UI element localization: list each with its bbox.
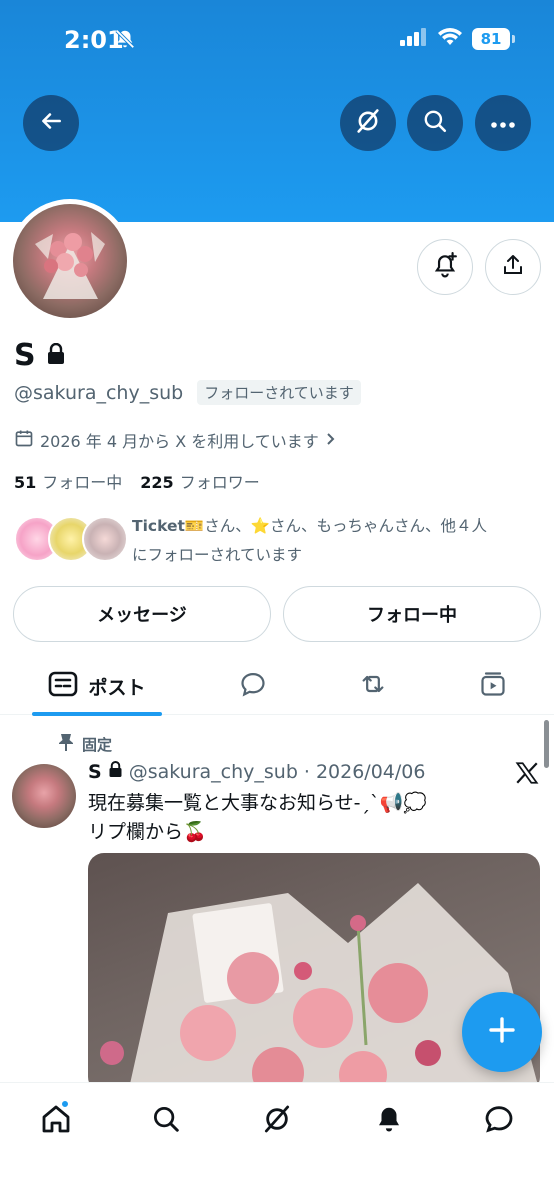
bell-icon [374, 1104, 404, 1138]
post-line-2: リプ欄から🍒 [88, 821, 207, 843]
joined-text: 2026 年 4 月から X を利用しています [40, 432, 319, 451]
more-button[interactable] [475, 95, 531, 151]
share-button[interactable] [485, 239, 541, 295]
followers-count: 225 [140, 473, 174, 492]
media-icon [478, 670, 508, 702]
followers-label: フォロワー [179, 473, 260, 492]
following-link[interactable]: 51 フォロー中 [14, 469, 122, 493]
tab-posts[interactable]: ポスト [32, 657, 162, 715]
mutual-avatar [82, 516, 128, 562]
display-name: S [14, 338, 36, 373]
grok-icon [261, 1103, 293, 1139]
handle-row: @sakura_chy_sub フォローされています [14, 380, 361, 405]
search-icon [151, 1104, 181, 1138]
repost-icon [357, 670, 389, 702]
post-line-1: 現在募集一覧と大事なお知らせ-ˏˋ📢💭 [88, 792, 427, 814]
lock-icon [108, 761, 123, 783]
grok-icon [354, 107, 382, 139]
follow-counts: 51 フォロー中 225 フォロワー [14, 469, 260, 493]
nav-grok[interactable] [257, 1101, 297, 1141]
post-avatar[interactable] [12, 764, 76, 828]
post-handle: @sakura_chy_sub [128, 761, 298, 783]
home-unread-dot [60, 1099, 70, 1109]
signal-icon [400, 28, 428, 50]
post-separator: · [303, 761, 310, 783]
tab-posts-label: ポスト [88, 676, 146, 699]
reply-icon [238, 670, 268, 702]
more-icon [490, 114, 516, 133]
calendar-icon [14, 428, 34, 452]
message-button[interactable]: メッセージ [13, 586, 271, 642]
mutual-followers-text: Ticket🎫さん、⭐さん、もっちゃんさん、他４人 にフォローされています [132, 512, 542, 570]
active-tab-indicator [32, 712, 162, 716]
joined-date[interactable]: 2026 年 4 月から X を利用しています [14, 428, 337, 452]
notification-add-icon [432, 252, 458, 282]
profile-tabs: ポスト [0, 657, 554, 716]
tab-replies[interactable] [223, 657, 283, 715]
mutual-followers[interactable]: Ticket🎫さん、⭐さん、もっちゃんさん、他４人 にフォローされています [14, 510, 544, 570]
tab-reposts[interactable] [343, 657, 403, 715]
wifi-icon [437, 27, 463, 51]
chevron-right-icon [325, 431, 337, 450]
profile-name: S [14, 338, 66, 373]
star-emoji: ⭐ [250, 517, 271, 535]
bottom-nav [0, 1082, 554, 1200]
following-button[interactable]: フォロー中 [283, 586, 541, 642]
share-icon [501, 253, 525, 281]
post-header: S @sakura_chy_sub · 2026/04/06 [88, 761, 425, 783]
pinned-label: 固定 [58, 733, 112, 755]
pin-icon [58, 733, 74, 755]
ticket-emoji: 🎫 [184, 517, 205, 535]
post-author-name[interactable]: S [88, 761, 102, 783]
plus-icon [487, 1015, 517, 1049]
silent-bell-icon [114, 28, 136, 54]
scrollbar[interactable] [544, 720, 549, 768]
nav-notifications[interactable] [369, 1101, 409, 1141]
compose-button[interactable] [462, 992, 542, 1072]
avatar-image [13, 204, 127, 318]
nav-search[interactable] [146, 1101, 186, 1141]
nav-messages[interactable] [479, 1101, 519, 1141]
pinned-text: 固定 [82, 735, 113, 754]
x-logo-icon[interactable] [514, 760, 540, 790]
following-label: フォロー中 [42, 473, 123, 492]
messages-icon [483, 1103, 515, 1139]
mutuals-text-1: さん、 [204, 517, 251, 535]
mutuals-text-2: さん、もっちゃんさん、他４人 [270, 517, 488, 535]
lock-icon [46, 338, 66, 373]
profile-handle: @sakura_chy_sub [14, 381, 184, 404]
search-button[interactable] [407, 95, 463, 151]
follows-you-badge: フォローされています [197, 380, 361, 405]
profile-avatar[interactable] [8, 199, 132, 323]
post-date: 2026/04/06 [315, 761, 426, 783]
notification-subscribe-button[interactable] [417, 239, 473, 295]
back-arrow-icon [38, 108, 64, 138]
mutual-name-ticket: Ticket [132, 517, 185, 535]
nav-home[interactable] [36, 1099, 76, 1141]
mutuals-text-3: にフォローされています [132, 546, 303, 564]
posts-tab-icon [48, 671, 78, 701]
battery-indicator: 81 [472, 28, 515, 50]
grok-button[interactable] [340, 95, 396, 151]
search-icon [422, 108, 448, 138]
status-bar: 2:01 81 [0, 0, 554, 80]
followers-link[interactable]: 225 フォロワー [140, 469, 259, 493]
tab-media[interactable] [463, 657, 523, 715]
post-body: 現在募集一覧と大事なお知らせ-ˏˋ📢💭 リプ欄から🍒 [88, 789, 528, 847]
back-button[interactable] [23, 95, 79, 151]
following-count: 51 [14, 473, 37, 492]
